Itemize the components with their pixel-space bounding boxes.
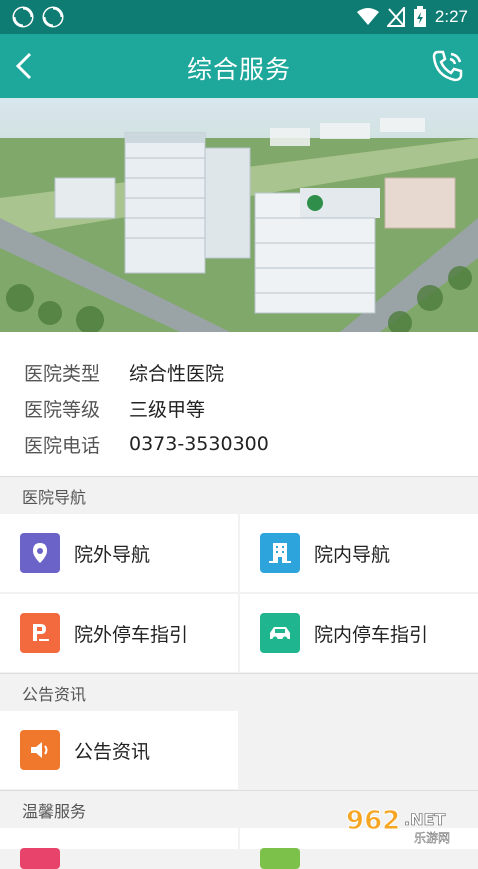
hospital-photo bbox=[0, 98, 478, 332]
car-icon bbox=[260, 613, 300, 653]
app-bar: 综合服务 bbox=[0, 34, 478, 98]
building-icon bbox=[260, 533, 300, 573]
info-key: 医院电话 bbox=[24, 431, 129, 458]
tile-label: 公告资讯 bbox=[74, 737, 150, 764]
tile-announcements[interactable]: 公告资讯 bbox=[0, 711, 238, 789]
tile-label: 院外导航 bbox=[74, 540, 150, 567]
status-time: 2:27 bbox=[435, 7, 468, 27]
tile-label: 院内导航 bbox=[314, 540, 390, 567]
section-header-news: 公告资讯 bbox=[0, 673, 478, 711]
no-signal-icon bbox=[387, 7, 405, 27]
tile-outdoor-parking[interactable]: 院外停车指引 bbox=[0, 594, 238, 672]
info-key: 医院类型 bbox=[24, 359, 129, 386]
parking-icon bbox=[20, 613, 60, 653]
tile-care-1[interactable] bbox=[0, 828, 238, 849]
battery-charging-icon bbox=[413, 6, 427, 28]
care-icon bbox=[260, 848, 300, 869]
info-row-type: 医院类型 综合性医院 bbox=[0, 354, 478, 390]
info-row-level: 医院等级 三级甲等 bbox=[0, 390, 478, 426]
svg-text:962: 962 bbox=[346, 806, 400, 836]
hospital-info-card: 医院类型 综合性医院 医院等级 三级甲等 医院电话 0373-3530300 bbox=[0, 332, 478, 476]
call-button[interactable] bbox=[428, 46, 468, 86]
svg-text:乐游网: 乐游网 bbox=[414, 831, 450, 845]
tile-outdoor-navigation[interactable]: 院外导航 bbox=[0, 514, 238, 592]
status-bar: 2:27 bbox=[0, 0, 478, 34]
svg-text:.NET: .NET bbox=[404, 810, 445, 829]
watermark-logo: 962 .NET 乐游网 bbox=[342, 801, 474, 845]
tile-indoor-navigation[interactable]: 院内导航 bbox=[240, 514, 478, 592]
phone-icon bbox=[428, 46, 468, 86]
location-pin-icon bbox=[20, 533, 60, 573]
tile-label: 院内停车指引 bbox=[314, 620, 428, 647]
section-header-navigation: 医院导航 bbox=[0, 476, 478, 514]
wifi-icon bbox=[357, 8, 379, 26]
sync-icon bbox=[12, 6, 34, 28]
tile-label: 院外停车指引 bbox=[74, 620, 188, 647]
info-value: 三级甲等 bbox=[129, 395, 205, 422]
care-icon bbox=[20, 848, 60, 869]
info-row-phone: 医院电话 0373-3530300 bbox=[0, 426, 478, 462]
sync-icon bbox=[42, 6, 64, 28]
speaker-icon bbox=[20, 730, 60, 770]
info-key: 医院等级 bbox=[24, 395, 129, 422]
info-value: 综合性医院 bbox=[129, 359, 224, 386]
page-title: 综合服务 bbox=[0, 50, 478, 86]
info-value[interactable]: 0373-3530300 bbox=[129, 433, 269, 455]
tile-indoor-parking[interactable]: 院内停车指引 bbox=[240, 594, 478, 672]
